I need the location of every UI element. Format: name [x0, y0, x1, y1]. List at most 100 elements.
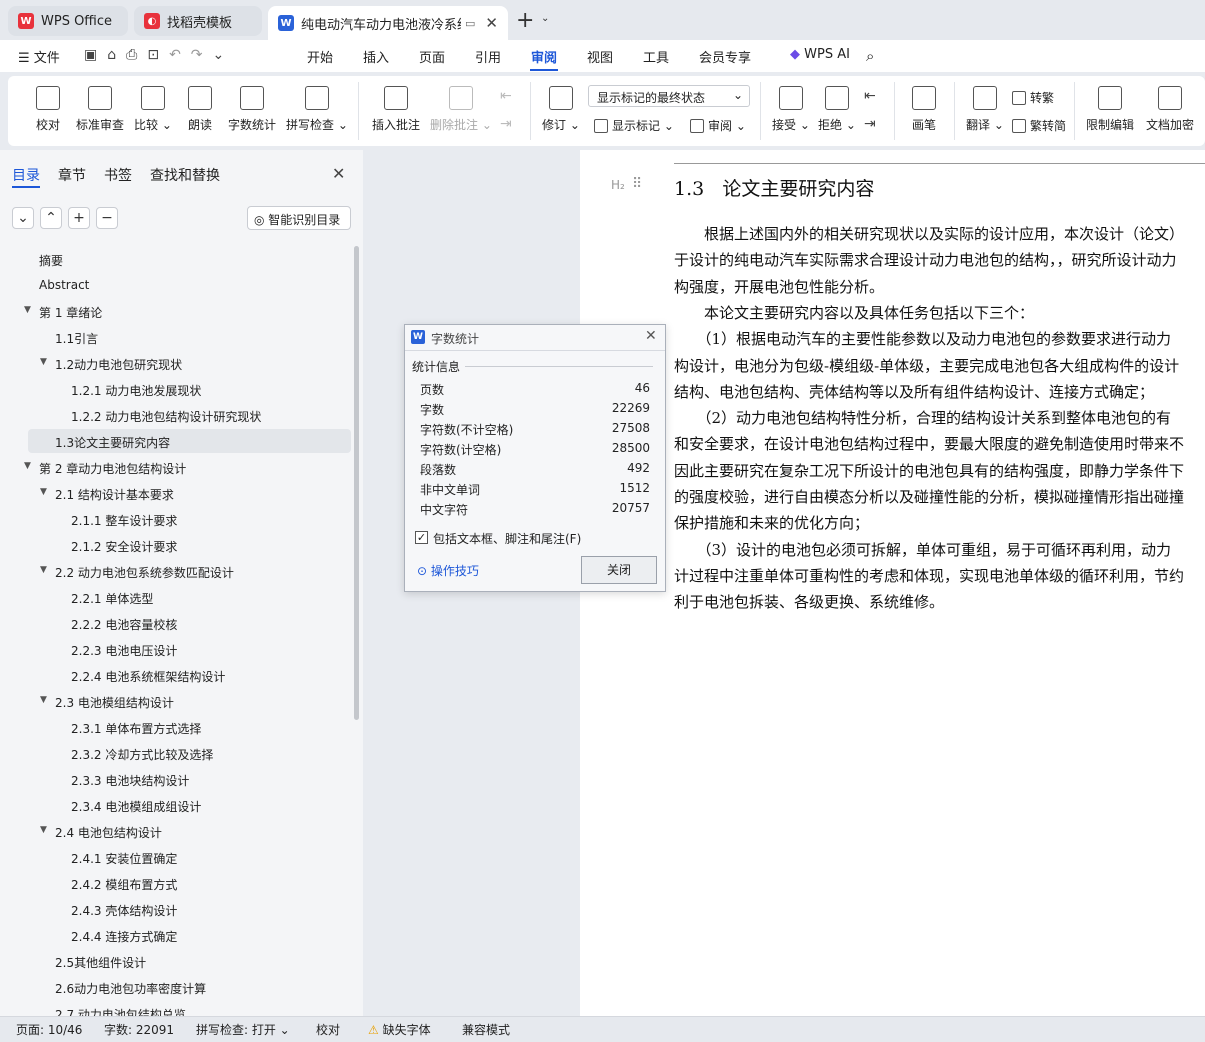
- toc-item[interactable]: 2.2.2 电池容量校核: [71, 616, 177, 633]
- file-menu[interactable]: ☰ 文件: [18, 47, 60, 66]
- pen-button[interactable]: 画笔: [906, 86, 942, 133]
- toc-item[interactable]: 2.4.4 连接方式确定: [71, 928, 177, 945]
- search-icon[interactable]: ⌕: [866, 47, 874, 65]
- toc-item[interactable]: 摘要: [39, 252, 63, 269]
- toc-item[interactable]: ▼ 1.2动力电池包研究现状: [40, 356, 182, 373]
- nav-tab-bookmarks[interactable]: 书签: [104, 165, 132, 185]
- tab-docer[interactable]: ◐ 找稻壳模板: [134, 6, 262, 36]
- toc-item[interactable]: ▼ 2.4 电池包结构设计: [40, 824, 162, 841]
- undo-icon[interactable]: ↶: [169, 47, 191, 63]
- toc-item[interactable]: 2.3.3 电池块结构设计: [71, 772, 189, 789]
- to-simplified-button[interactable]: 繁转简: [1012, 117, 1066, 134]
- add-heading-icon[interactable]: +: [68, 207, 90, 229]
- expand-up-icon[interactable]: ⌃: [40, 207, 62, 229]
- close-tab-icon[interactable]: ✕: [485, 14, 498, 32]
- expand-arrow-icon[interactable]: ▼: [40, 825, 47, 835]
- expand-arrow-icon[interactable]: ▼: [24, 305, 31, 315]
- toc-item[interactable]: 2.3.2 冷却方式比较及选择: [71, 746, 213, 763]
- compare-button[interactable]: 比较 ⌄: [132, 86, 174, 133]
- next-revision-icon[interactable]: ⇥: [864, 116, 876, 132]
- toc-item[interactable]: 2.5其他组件设计: [55, 954, 146, 971]
- status-word-count[interactable]: 字数: 22091: [104, 1021, 174, 1038]
- chevron-down-icon[interactable]: ⌄: [541, 13, 549, 24]
- read-aloud-button[interactable]: 朗读: [182, 86, 218, 133]
- standard-review-button[interactable]: 标准审查: [74, 86, 126, 133]
- toc-item[interactable]: ▼ 第 1 章绪论: [24, 304, 102, 321]
- window-icon[interactable]: ▭: [465, 17, 475, 30]
- share-icon[interactable]: ⌂: [107, 47, 126, 63]
- display-state-select[interactable]: 显示标记的最终状态 ⌄: [588, 85, 750, 107]
- toc-item-selected[interactable]: 1.3论文主要研究内容: [55, 434, 170, 451]
- toc-item[interactable]: 2.1.1 整车设计要求: [71, 512, 177, 529]
- nav-tab-toc[interactable]: 目录: [12, 165, 40, 185]
- menu-view[interactable]: 视图: [587, 47, 613, 66]
- prev-revision-icon[interactable]: ⇤: [864, 88, 876, 104]
- accept-button[interactable]: 接受 ⌄: [770, 86, 812, 133]
- reviewer-button[interactable]: 审阅 ⌄: [690, 117, 746, 134]
- print-icon[interactable]: ⎙: [126, 47, 147, 63]
- tab-wps-office[interactable]: W WPS Office: [8, 6, 128, 36]
- dialog-close-icon[interactable]: ✕: [645, 328, 657, 344]
- expand-arrow-icon[interactable]: ▼: [24, 461, 31, 471]
- toc-item[interactable]: 1.1引言: [55, 330, 98, 347]
- menu-start[interactable]: 开始: [307, 47, 333, 66]
- show-markup-button[interactable]: 显示标记 ⌄: [594, 117, 674, 134]
- toc-item[interactable]: ▼ 2.2 动力电池包系统参数匹配设计: [40, 564, 234, 581]
- remove-heading-icon[interactable]: −: [96, 207, 118, 229]
- status-page[interactable]: 页面: 10/46: [16, 1021, 82, 1038]
- toc-item[interactable]: 2.4.1 安装位置确定: [71, 850, 177, 867]
- expand-arrow-icon[interactable]: ▼: [40, 357, 47, 367]
- quick-access-toolbar[interactable]: ▣⌂⎙⊡↶↷⌄: [84, 47, 234, 63]
- word-count-dialog[interactable]: W 字数统计 ✕ 统计信息 页数 46 字数 22269 字符数(不计空格) 27508 字…: [404, 324, 666, 592]
- reject-button[interactable]: 拒绝 ⌄: [816, 86, 858, 133]
- toc-item[interactable]: ▼ 2.3 电池模组结构设计: [40, 694, 174, 711]
- menu-tools[interactable]: 工具: [643, 47, 669, 66]
- toc-item[interactable]: 2.3.4 电池模组成组设计: [71, 798, 201, 815]
- document-heading[interactable]: 1.3 论文主要研究内容: [674, 174, 874, 201]
- tips-link[interactable]: ⊙ 操作技巧: [417, 562, 479, 579]
- toc-scrollbar[interactable]: [354, 246, 359, 720]
- smart-toc-button[interactable]: ◎ 智能识别目录: [247, 206, 351, 230]
- restrict-edit-button[interactable]: 限制编辑: [1084, 86, 1136, 133]
- menu-reference[interactable]: 引用: [475, 47, 501, 66]
- collapse-icon[interactable]: ⌄: [12, 207, 34, 229]
- to-traditional-button[interactable]: 转繁: [1012, 89, 1054, 106]
- status-spell-check[interactable]: 拼写检查: 打开 ⌄: [196, 1021, 290, 1038]
- menu-review[interactable]: 审阅: [531, 47, 557, 66]
- toc-item[interactable]: 2.3.1 单体布置方式选择: [71, 720, 201, 737]
- delete-comment-button[interactable]: 删除批注 ⌄: [430, 86, 492, 133]
- save-icon[interactable]: ▣: [84, 47, 107, 63]
- expand-arrow-icon[interactable]: ▼: [40, 695, 47, 705]
- encrypt-button[interactable]: 文档加密: [1144, 86, 1196, 133]
- new-tab-icon[interactable]: +: [516, 8, 534, 33]
- close-button[interactable]: 关闭: [581, 556, 657, 584]
- toc-item[interactable]: 2.1.2 安全设计要求: [71, 538, 177, 555]
- expand-arrow-icon[interactable]: ▼: [40, 565, 47, 575]
- toc-item[interactable]: Abstract: [39, 278, 89, 292]
- toc-item[interactable]: 1.2.1 动力电池发展现状: [71, 382, 201, 399]
- toc-item[interactable]: 2.4.3 壳体结构设计: [71, 902, 177, 919]
- tab-document[interactable]: W 纯电动汽车动力电池液冷系统设 ▭ ✕: [268, 6, 508, 40]
- close-pane-icon[interactable]: ✕: [332, 164, 345, 183]
- toc-item[interactable]: 1.2.2 动力电池包结构设计研究现状: [71, 408, 261, 425]
- toc-item[interactable]: 2.6动力电池包功率密度计算: [55, 980, 206, 997]
- status-proofread[interactable]: 校对: [316, 1021, 340, 1038]
- next-comment-icon[interactable]: ⇥: [500, 116, 512, 132]
- translate-button[interactable]: 翻译 ⌄: [964, 86, 1006, 133]
- nav-tab-find-replace[interactable]: 查找和替换: [150, 165, 220, 185]
- redo-icon[interactable]: ↷: [191, 47, 213, 63]
- toc-item[interactable]: ▼ 2.1 结构设计基本要求: [40, 486, 174, 503]
- proofread-button[interactable]: 校对: [30, 86, 66, 133]
- status-missing-font[interactable]: ⚠ 缺失字体: [368, 1021, 431, 1038]
- include-textbox-checkbox[interactable]: ✓: [415, 531, 428, 544]
- toc-item[interactable]: ▼ 第 2 章动力电池包结构设计: [24, 460, 186, 477]
- insert-comment-button[interactable]: 插入批注: [370, 86, 422, 133]
- drag-handle-icon[interactable]: ⠿: [632, 176, 642, 192]
- menu-member[interactable]: 会员专享: [699, 47, 751, 66]
- expand-arrow-icon[interactable]: ▼: [40, 487, 47, 497]
- print-preview-icon[interactable]: ⊡: [147, 47, 169, 63]
- menu-page[interactable]: 页面: [419, 47, 445, 66]
- word-count-button[interactable]: 字数统计: [224, 86, 280, 133]
- prev-comment-icon[interactable]: ⇤: [500, 88, 512, 104]
- toc-item[interactable]: 2.4.2 模组布置方式: [71, 876, 177, 893]
